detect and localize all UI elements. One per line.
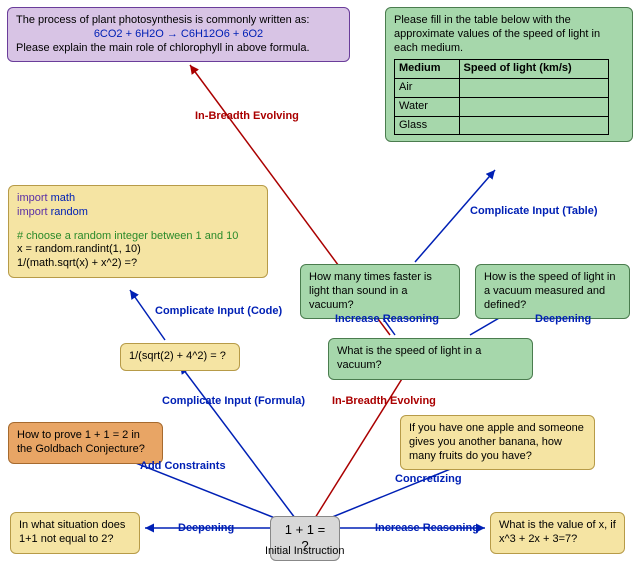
node-defined: How is the speed of light in a vacuum me… (475, 264, 630, 319)
edge-comp-formula: Complicate Input (Formula) (162, 395, 305, 407)
kw: import (17, 192, 48, 204)
node-code: import math import random # choose a ran… (8, 185, 268, 278)
table-header: Speed of light (km/s) (459, 60, 609, 79)
table-cell: Water (395, 97, 460, 116)
edge-add-con: Add Constraints (140, 460, 226, 472)
root-caption: Initial Instruction (265, 545, 344, 557)
node-cubic: What is the value of x, if x^3 + 2x + 3=… (490, 512, 625, 554)
edge-inc-reason-2: Increase Reasoning (375, 522, 479, 534)
node-speed: What is the speed of light in a vacuum? (328, 338, 533, 380)
edge-deep-2: Deepening (178, 522, 234, 534)
code-line: 1/(math.sqrt(x) + x^2) =? (17, 257, 259, 271)
mod: math (51, 192, 75, 204)
edge-breadth-2: In-Breadth Evolving (332, 395, 436, 407)
edge-concret: Concretizing (395, 473, 462, 485)
chem-formula: 6CO2 + 6H2O → C6H12O6 + 6O2 (16, 28, 341, 42)
table-cell (459, 116, 609, 135)
node-photosynthesis: The process of plant photosynthesis is c… (7, 7, 350, 62)
edge-inc-reason-1: Increase Reasoning (335, 313, 439, 325)
node-goldbach: How to prove 1 + 1 = 2 in the Goldbach C… (8, 422, 163, 464)
edge-comp-code: Complicate Input (Code) (155, 305, 282, 317)
edge-breadth-1: In-Breadth Evolving (195, 110, 299, 122)
mod: random (51, 206, 88, 218)
table-header: Medium (395, 60, 460, 79)
node-table-prompt: Please fill in the table below with the … (385, 7, 633, 142)
kw: import (17, 206, 48, 218)
text-line: Please fill in the table below with the … (394, 14, 624, 55)
table-cell (459, 79, 609, 98)
node-fruit: If you have one apple and someone gives … (400, 415, 595, 470)
table-cell: Glass (395, 116, 460, 135)
text-line: The process of plant photosynthesis is c… (16, 14, 341, 28)
speed-table: MediumSpeed of light (km/s) Air Water Gl… (394, 59, 609, 135)
edge-comp-table: Complicate Input (Table) (470, 205, 598, 217)
text-line: Please explain the main role of chloroph… (16, 42, 341, 56)
code-line: x = random.randint(1, 10) (17, 243, 259, 257)
node-formula: 1/(sqrt(2) + 4^2) = ? (120, 343, 240, 371)
table-cell (459, 97, 609, 116)
node-faster: How many times faster is light than soun… (300, 264, 460, 319)
node-situation: In what situation does 1+1 not equal to … (10, 512, 140, 554)
comment: # choose a random integer between 1 and … (17, 230, 259, 244)
table-cell: Air (395, 79, 460, 98)
edge-deep-1: Deepening (535, 313, 591, 325)
